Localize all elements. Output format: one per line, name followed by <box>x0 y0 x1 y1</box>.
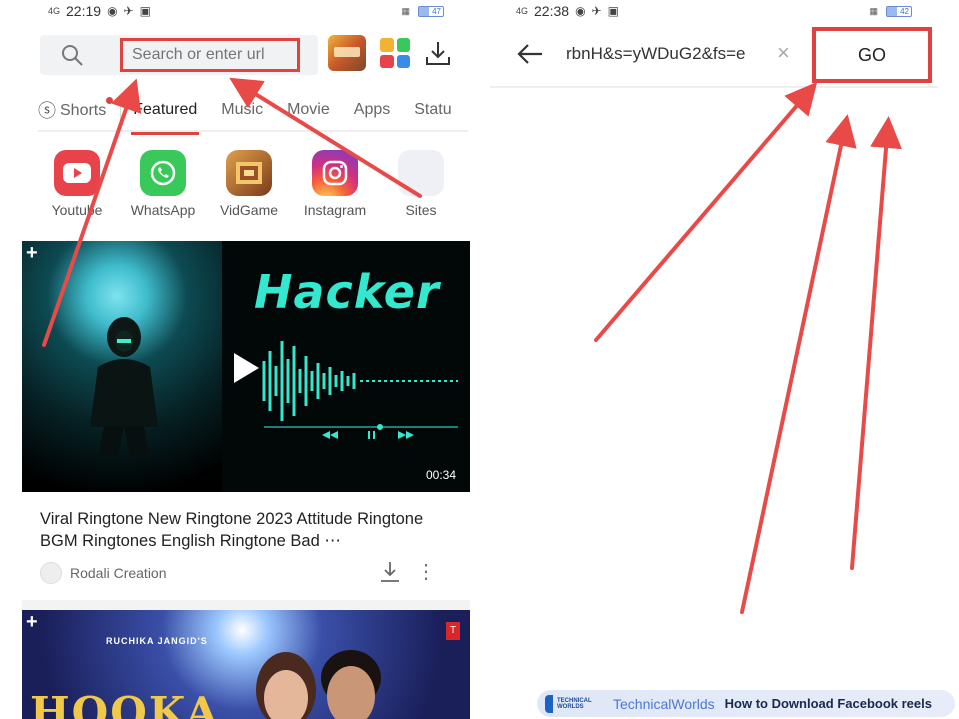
more-options-icon[interactable]: ⋮ <box>416 560 436 584</box>
vibrate-icon: ▦ <box>401 5 410 16</box>
watermark-logo: TECHNICAL WORLDS <box>545 694 603 714</box>
apps-grid-icon[interactable] <box>380 38 410 68</box>
download-icon[interactable] <box>378 560 402 584</box>
tab-music[interactable]: Music <box>209 93 275 129</box>
hacker-figure-image <box>90 317 158 457</box>
notification-dot <box>106 97 114 104</box>
category-tabs: ⓢ Shorts Featured Music Movie Apps Statu <box>38 92 468 135</box>
vidgame-icon <box>226 150 272 196</box>
wifi-icon: ◉ <box>575 4 586 18</box>
search-input[interactable] <box>120 38 300 72</box>
search-bar[interactable] <box>40 35 318 75</box>
left-phone-screen: 4G 22:19 ◉ ✈ ▣ ▦ 47 ⓢ <box>22 0 470 719</box>
shorts-icon: ⓢ <box>38 101 56 121</box>
shortcut-sites[interactable]: Sites <box>378 150 464 218</box>
video-duration: 00:34 <box>425 468 456 482</box>
video-thumbnail-hacker[interactable]: + Hacker 00:34 <box>22 241 470 492</box>
tab-status[interactable]: Statu <box>402 93 463 129</box>
avatar[interactable] <box>40 562 62 584</box>
wifi-icon: ◉ <box>107 4 118 18</box>
divider <box>22 600 470 610</box>
search-icon <box>62 45 83 66</box>
instagram-icon <box>312 150 358 196</box>
vibrate-icon: ▦ <box>869 5 878 16</box>
channel-name[interactable]: Rodali Creation <box>70 565 167 581</box>
tab-movie[interactable]: Movie <box>275 93 342 129</box>
site-shortcuts: Youtube WhatsApp VidGame Instagram Sites <box>34 150 464 218</box>
whatsapp-icon <box>140 150 186 196</box>
add-icon[interactable]: + <box>26 612 38 632</box>
game-thumbnail-button[interactable] <box>328 35 366 71</box>
tseries-logo: T <box>446 622 460 640</box>
channel-row: Rodali Creation ⋮ <box>40 560 460 586</box>
shortcut-youtube[interactable]: Youtube <box>34 150 120 218</box>
couple-image <box>256 650 381 719</box>
clear-icon[interactable]: × <box>777 42 790 64</box>
add-icon[interactable]: + <box>26 243 38 263</box>
video-overlay-title: HOOKA <box>30 688 221 719</box>
watermark-title: How to Download Facebook reels <box>724 696 932 711</box>
sound-wave-graphic <box>262 341 458 439</box>
video-thumbnail-hooka[interactable]: + RUCHIKA JANGID'S HOOKA T <box>22 610 470 719</box>
status-time: 22:19 <box>66 3 102 19</box>
shortcut-vidgame[interactable]: VidGame <box>206 150 292 218</box>
gallery-icon: ▣ <box>139 4 151 18</box>
play-icon[interactable] <box>234 353 259 383</box>
status-time: 22:38 <box>534 3 570 19</box>
signal-indicator: 4G <box>48 6 61 16</box>
video-title[interactable]: Viral Ringtone New Ringtone 2023 Attitud… <box>40 508 460 552</box>
status-bar: 4G 22:19 ◉ ✈ ▣ ▦ 47 <box>22 0 470 22</box>
youtube-icon <box>54 150 100 196</box>
video-overlay-title: Hacker <box>254 265 440 319</box>
go-button[interactable]: GO <box>812 27 932 83</box>
shortcut-instagram[interactable]: Instagram <box>292 150 378 218</box>
watermark-brand: TechnicalWorlds <box>613 695 715 712</box>
tab-apps[interactable]: Apps <box>342 93 402 129</box>
twitter-icon: ✈ <box>591 4 602 18</box>
battery-icon: 47 <box>418 5 444 17</box>
video-artist-text: RUCHIKA JANGID'S <box>106 636 208 646</box>
right-phone-screen: 4G 22:38 ◉ ✈ ▣ ▦ 42 rbnH&s=yWDuG2&fs=e ×… <box>490 0 938 719</box>
battery-icon: 42 <box>886 5 912 17</box>
gallery-icon: ▣ <box>607 4 619 18</box>
signal-indicator: 4G <box>516 6 529 16</box>
tab-shorts[interactable]: ⓢ Shorts <box>38 97 122 123</box>
url-input[interactable]: rbnH&s=yWDuG2&fs=e <box>566 44 746 64</box>
twitter-icon: ✈ <box>123 4 134 18</box>
tab-featured[interactable]: Featured <box>121 93 209 135</box>
shortcut-whatsapp[interactable]: WhatsApp <box>120 150 206 218</box>
watermark-banner: TECHNICAL WORLDS TechnicalWorlds How to D… <box>537 690 955 717</box>
download-icon[interactable] <box>424 39 452 67</box>
back-arrow-icon[interactable] <box>516 40 544 68</box>
sites-icon <box>398 150 444 196</box>
status-bar: 4G 22:38 ◉ ✈ ▣ ▦ 42 <box>490 0 938 22</box>
url-bar: rbnH&s=yWDuG2&fs=e × GO <box>490 22 938 88</box>
